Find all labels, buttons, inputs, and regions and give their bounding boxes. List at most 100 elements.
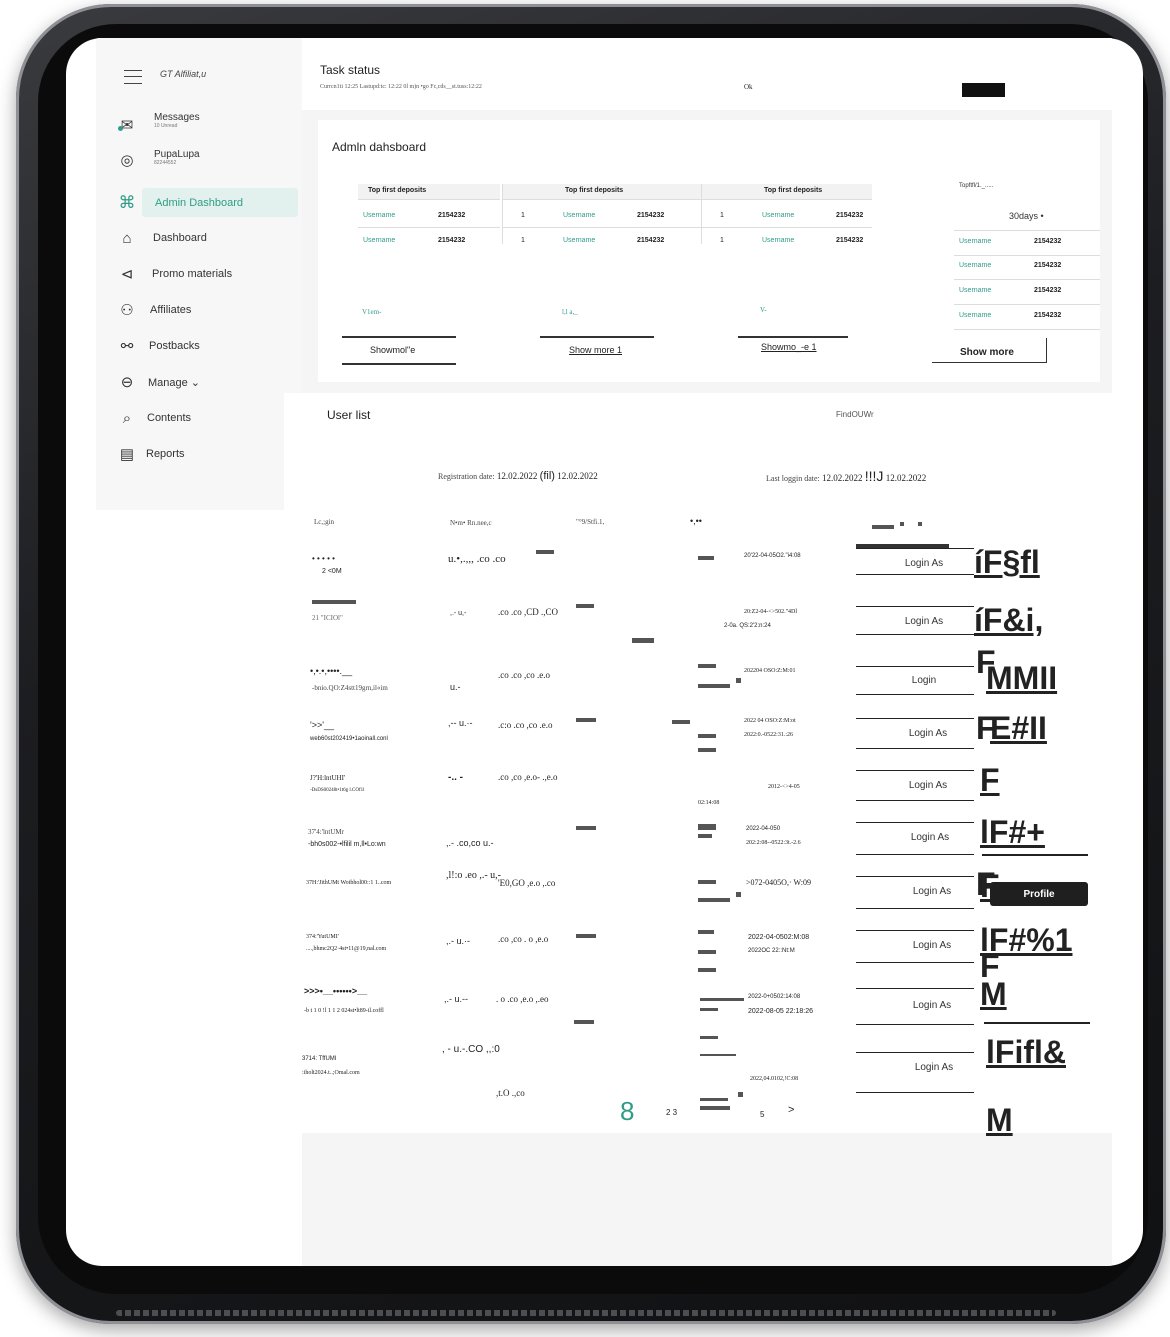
row-action-link[interactable]: íF&i, bbox=[974, 604, 1043, 636]
row-btn-line bbox=[856, 1024, 974, 1025]
table-row: Username 2154232 bbox=[954, 280, 1100, 305]
sidebar-item-manage[interactable]: Manage ⌄ bbox=[148, 372, 200, 392]
toggle-icon: ⊖ bbox=[120, 374, 134, 391]
login-as-button[interactable]: Login As bbox=[892, 1000, 972, 1011]
unread-dot bbox=[118, 126, 123, 131]
last-from: 12.02.2022 bbox=[822, 473, 863, 483]
sidebar-item-messages[interactable]: Messages 10 Unread bbox=[154, 112, 200, 129]
app-name: GT Alfiliat,u bbox=[160, 69, 207, 79]
login-as-button[interactable]: Login As bbox=[888, 728, 968, 739]
deposit-value: 2154232 bbox=[438, 212, 466, 219]
row-mark bbox=[672, 720, 690, 724]
task-status-button[interactable] bbox=[962, 83, 1005, 97]
row-action-link[interactable]: lFifl& bbox=[986, 1036, 1066, 1068]
page-current[interactable]: 8 bbox=[620, 1096, 634, 1127]
login-as-button[interactable]: Login As bbox=[894, 1062, 974, 1073]
login-as-button[interactable]: Login As bbox=[892, 886, 972, 897]
row-domain: 'E0,GO ,e.o ,.co bbox=[498, 878, 556, 888]
period-select[interactable]: 30days • bbox=[1009, 211, 1044, 221]
show-more-button-1[interactable]: Showmol"e bbox=[370, 345, 415, 355]
home-icon: ⌂ bbox=[122, 229, 132, 247]
row-action-link[interactable]: F bbox=[980, 764, 1000, 796]
row-btn-line bbox=[856, 718, 974, 719]
login-as-button[interactable]: Login As bbox=[884, 616, 964, 627]
action-link-fragment[interactable]: M bbox=[986, 1104, 1013, 1136]
login-as-button[interactable]: Login As bbox=[888, 780, 968, 791]
row-name: u.- bbox=[450, 682, 461, 692]
show-more-button-2[interactable]: Show more 1 bbox=[569, 345, 622, 355]
sidebar-item-affiliates[interactable]: Affiliates bbox=[150, 300, 191, 320]
last-login-date-filter[interactable]: Last loggin date: 12.02.2022 !!!J 12.02.… bbox=[766, 468, 926, 484]
row-btn-line bbox=[856, 988, 974, 989]
col-header-status: "°9/Stfi.1, bbox=[576, 518, 605, 526]
login-as-button[interactable]: Login As bbox=[890, 832, 970, 843]
row-mark bbox=[698, 898, 730, 902]
action-link-fragment[interactable]: F bbox=[976, 868, 996, 900]
sidebar-item-contents[interactable]: Contents bbox=[147, 408, 191, 428]
sidebar-item-promo-materials[interactable]: Promo materials bbox=[152, 264, 232, 284]
row-btn-line bbox=[856, 694, 974, 695]
sidebar-item-label: Contents bbox=[147, 412, 192, 424]
task-status-meta: Currcn1ti 12:25 Lastupd:tc: 12:22 0l m)n… bbox=[320, 84, 482, 90]
username-link[interactable]: Username bbox=[363, 237, 395, 244]
sidebar-item-label: Manage ⌄ bbox=[148, 376, 201, 389]
username-link[interactable]: Username bbox=[959, 312, 991, 319]
action-link-fragment[interactable]: F bbox=[976, 646, 996, 678]
reg-sep: (fil) bbox=[539, 470, 555, 482]
sidebar-item-label: Affiliates bbox=[150, 304, 192, 316]
sidebar-item-profile[interactable]: PupaLupa 82244552 bbox=[154, 149, 200, 166]
action-link-fragment[interactable]: F bbox=[980, 950, 1000, 982]
deposit-value: 2154232 bbox=[836, 237, 864, 244]
username-link[interactable]: Username bbox=[959, 287, 991, 294]
command-icon: ⌘ bbox=[118, 193, 136, 212]
username-link[interactable]: Username bbox=[563, 237, 595, 244]
row-mark bbox=[574, 1020, 594, 1024]
row-action-link[interactable]: MMII bbox=[986, 662, 1057, 694]
username-link[interactable]: Username bbox=[959, 262, 991, 269]
registration-date-filter[interactable]: Registration date: 12.02.2022 (fil) 12.0… bbox=[438, 470, 598, 482]
show-more-button-3[interactable]: Showmo_-e 1 bbox=[761, 342, 817, 352]
row-action-link[interactable]: lF#+ bbox=[980, 816, 1045, 848]
action-link-fragment[interactable]: F bbox=[976, 712, 996, 744]
sidebar-item-label: Reports bbox=[146, 448, 185, 460]
link-icon: ⚯ bbox=[120, 338, 134, 355]
sidebar-item-dashboard[interactable]: Dashboard bbox=[153, 228, 207, 248]
sidebar: GT Alfiliat,u ✉ Messages 10 Unread ◎ Pup… bbox=[96, 38, 302, 510]
row-btn-line bbox=[856, 770, 974, 771]
sidebar-item-admin-dashboard[interactable]: Admin Dashboard bbox=[155, 193, 243, 213]
reg-to: 12.02.2022 bbox=[557, 471, 598, 481]
row-action-link[interactable]: E#II bbox=[990, 712, 1047, 744]
row-login: '>>'__ bbox=[310, 720, 334, 730]
row-date: >072-0405O,· W:09 bbox=[746, 878, 811, 887]
login-as-button[interactable]: Login As bbox=[884, 558, 964, 569]
username-link[interactable]: Username bbox=[959, 238, 991, 245]
row-domain: .co .co ,co .e.o bbox=[498, 670, 550, 680]
col-header-login: Lc,;gin bbox=[314, 518, 335, 526]
sidebar-item-label: Postbacks bbox=[149, 340, 200, 352]
deposit-value: 2154232 bbox=[637, 212, 665, 219]
row-mark bbox=[736, 678, 741, 683]
sidebar-item-postbacks[interactable]: Postbacks bbox=[149, 336, 200, 356]
find-user-input[interactable]: FindOUWr bbox=[836, 410, 874, 419]
username-link[interactable]: Username bbox=[762, 212, 794, 219]
menu-icon[interactable] bbox=[124, 70, 142, 84]
login-as-button[interactable]: Login As bbox=[892, 940, 972, 951]
page-5[interactable]: 5 bbox=[760, 1110, 764, 1119]
login-button[interactable]: Login bbox=[884, 675, 964, 686]
show-more-box[interactable]: Show more bbox=[932, 338, 1047, 363]
row-email: -DsDS00248t•1t6g l.COf1l bbox=[310, 788, 365, 793]
row-domain: . o .co ,e.o ,.eo bbox=[496, 994, 549, 1004]
page-next[interactable]: > bbox=[788, 1104, 794, 1116]
row-action-link[interactable]: íF§fl bbox=[974, 546, 1040, 578]
row-login: 21 "ICIOl" bbox=[312, 614, 343, 622]
username-link[interactable]: Username bbox=[563, 212, 595, 219]
row-email: web60st202419•1aoinall.conl bbox=[310, 736, 388, 742]
profile-button[interactable]: Profile bbox=[990, 882, 1088, 906]
sidebar-item-label: Dashboard bbox=[153, 232, 207, 244]
page-numbers[interactable]: 2 3 bbox=[666, 1108, 677, 1117]
username-link[interactable]: Username bbox=[762, 237, 794, 244]
sidebar-item-reports[interactable]: Reports bbox=[146, 444, 185, 464]
row-btn-line bbox=[856, 854, 974, 855]
row-divider bbox=[358, 227, 500, 228]
username-link[interactable]: Username bbox=[363, 212, 395, 219]
